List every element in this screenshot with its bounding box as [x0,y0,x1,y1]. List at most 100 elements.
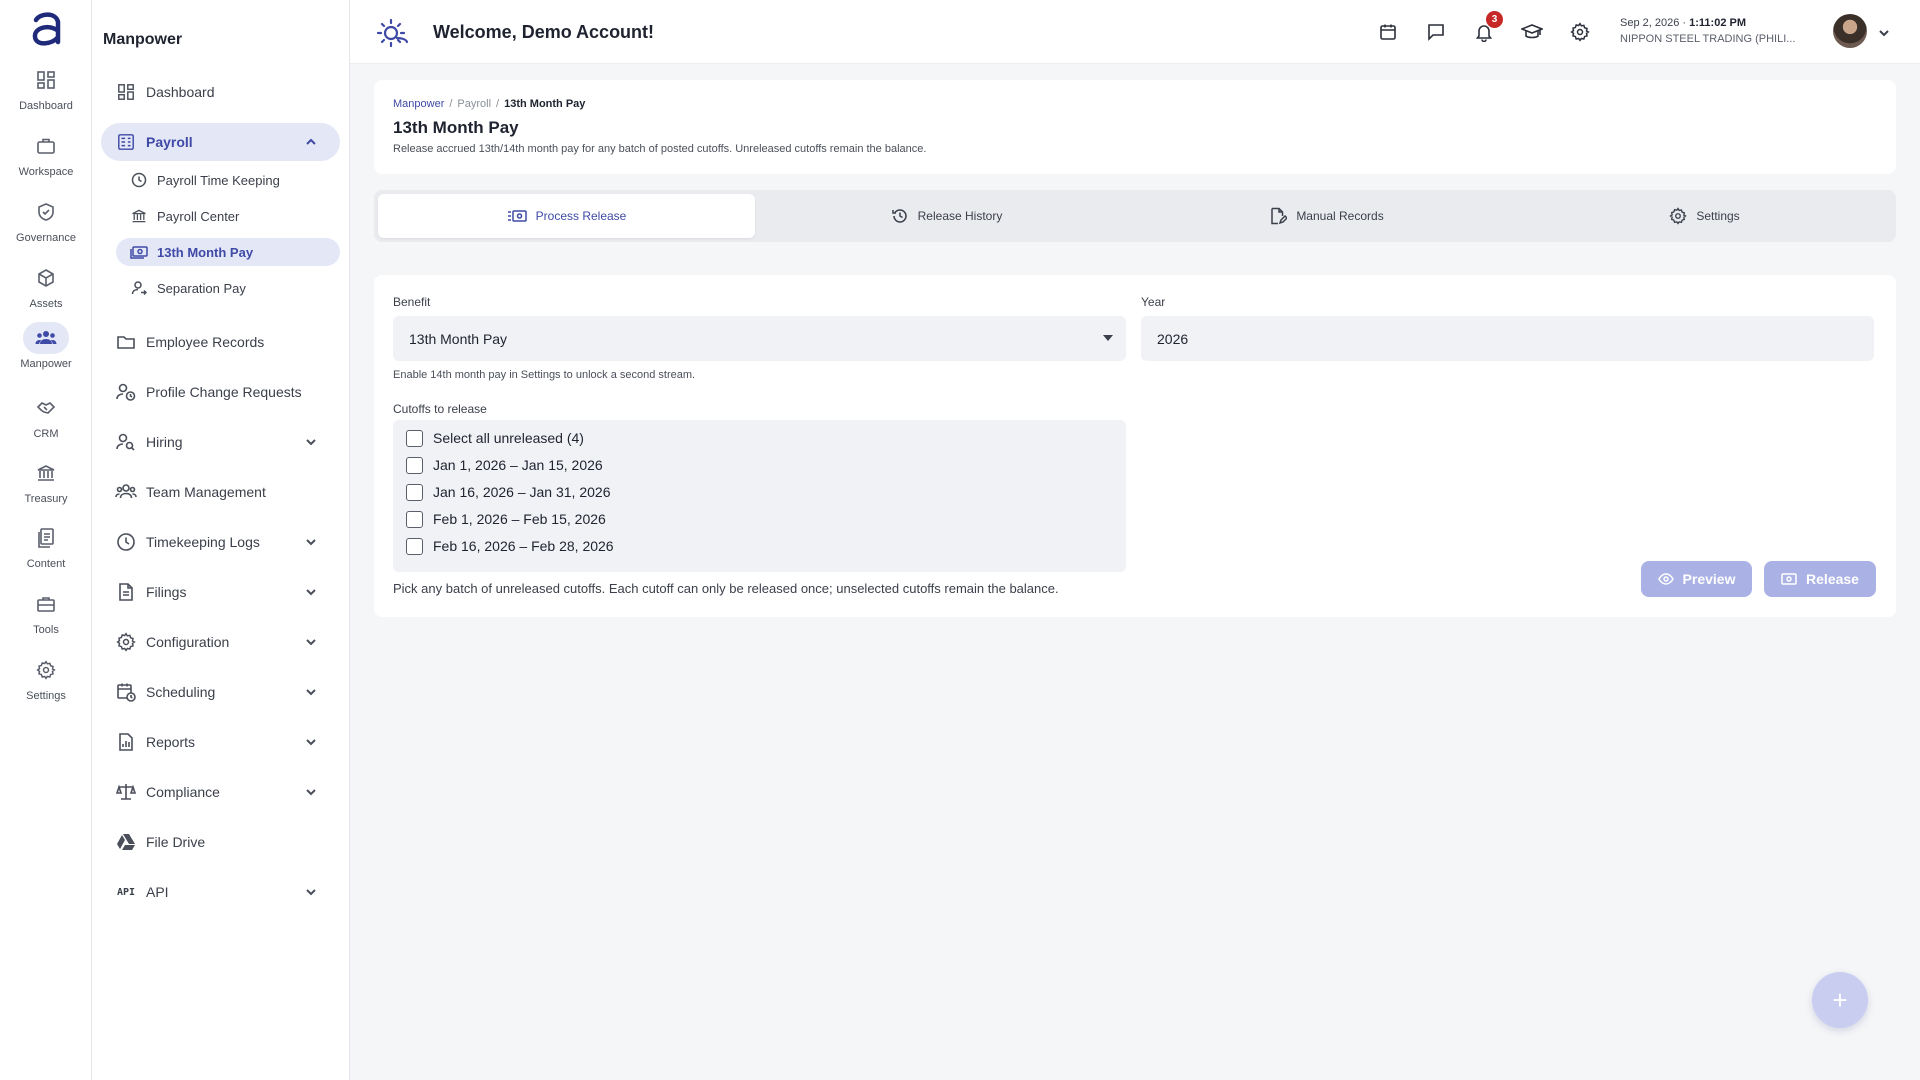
checkbox[interactable] [406,483,423,501]
release-button[interactable]: Release [1764,561,1876,597]
toolbox-icon [23,588,69,620]
add-fab-button[interactable]: + [1812,972,1868,1028]
rail-item-tools[interactable]: Tools [6,588,86,650]
rail-item-content[interactable]: Content [6,522,86,584]
learning-button[interactable] [1520,20,1544,44]
chat-icon [1426,22,1446,42]
sidebar-subitem-13th-month-pay[interactable]: 13th Month Pay [116,238,340,266]
rail-label: Settings [26,690,66,702]
cutoffs-list: Select all unreleased (4) Jan 1, 2026 – … [393,420,1126,572]
select-all-checkbox[interactable]: Select all unreleased (4) [406,428,584,448]
rail-item-dashboard[interactable]: Dashboard [6,64,86,126]
tab-settings[interactable]: Settings [1516,194,1893,238]
sidebar-item-compliance[interactable]: Compliance [101,773,340,811]
settings-button[interactable] [1568,20,1592,44]
current-date: Sep 2, 2026 [1620,17,1680,29]
sidebar-item-dashboard[interactable]: Dashboard [101,73,340,111]
dashboard-icon [115,81,137,103]
handshake-icon [23,392,69,424]
rail-label: Governance [16,232,76,244]
notifications-button[interactable]: 3 [1472,11,1503,44]
calendar-button[interactable] [1376,20,1400,44]
sidebar-item-label: Reports [146,734,196,750]
sidebar-item-employee-records[interactable]: Employee Records [101,323,340,361]
cutoff-checkbox[interactable]: Feb 16, 2026 – Feb 28, 2026 [406,536,614,556]
sidebar-item-timekeeping-logs[interactable]: Timekeeping Logs [101,523,340,561]
current-time: 1:11:02 PM [1689,17,1746,29]
briefcase-icon [23,130,69,162]
sidebar-item-file-drive[interactable]: File Drive [101,823,340,861]
avatar[interactable] [1833,14,1867,48]
breadcrumb-payroll[interactable]: Payroll [457,98,491,110]
rail-item-treasury[interactable]: Treasury [6,457,86,519]
breadcrumb-current: 13th Month Pay [504,98,586,110]
chevron-down-icon [304,635,318,649]
gear-icon [1570,22,1590,42]
rail-item-manpower[interactable]: Manpower [6,322,86,384]
cutoffs-label: Cutoffs to release [393,402,487,416]
benefit-help-text: Enable 14th month pay in Settings to unl… [393,369,696,381]
sidebar: Manpower Dashboard Payroll Payroll Time … [92,0,350,1080]
money-icon [130,243,148,261]
rail-item-settings[interactable]: Settings [6,654,86,716]
document-icon [115,581,137,603]
checkbox[interactable] [406,429,423,447]
sidebar-item-profile-change-requests[interactable]: Profile Change Requests [101,373,340,411]
rail-label: Treasury [24,493,68,505]
breadcrumb: Manpower / Payroll / 13th Month Pay [393,98,585,110]
shield-check-icon [23,196,69,228]
breadcrumb-manpower[interactable]: Manpower [393,98,444,110]
sidebar-item-team-management[interactable]: Team Management [101,473,340,511]
checkbox-label: Jan 16, 2026 – Jan 31, 2026 [433,484,611,500]
sidebar-item-label: Payroll [146,134,193,150]
top-bar: Welcome, Demo Account! 3 Sep 2, 2026 · 1… [350,0,1920,64]
gear-icon [23,654,69,686]
sidebar-item-api[interactable]: API API [101,873,340,911]
sidebar-subitem-payroll-center[interactable]: Payroll Center [116,202,340,230]
checkbox[interactable] [406,510,423,528]
year-input[interactable] [1141,316,1874,361]
checkbox[interactable] [406,456,423,474]
sidebar-item-hiring[interactable]: Hiring [101,423,340,461]
rail-item-governance[interactable]: Governance [6,196,86,258]
sidebar-subitem-label: Payroll Center [157,208,240,224]
sidebar-item-label: Employee Records [146,334,265,350]
cutoff-checkbox[interactable]: Jan 16, 2026 – Jan 31, 2026 [406,482,610,502]
sidebar-subitem-label: 13th Month Pay [157,244,254,260]
rail-item-workspace[interactable]: Workspace [6,130,86,192]
messages-button[interactable] [1424,20,1448,44]
rail-item-crm[interactable]: CRM [6,392,86,454]
sidebar-item-label: Profile Change Requests [146,384,302,400]
api-icon-text: API [116,886,136,898]
drive-icon [115,831,137,853]
tab-label: Process Release [535,209,627,223]
sidebar-item-label: File Drive [146,834,206,850]
eye-icon [1657,573,1674,585]
tab-label: Release History [917,209,1003,223]
rail-item-assets[interactable]: Assets [6,262,86,324]
preview-button[interactable]: Preview [1641,561,1752,597]
sidebar-item-label: Configuration [146,634,230,650]
rail-label: Workspace [18,166,74,178]
company-name[interactable]: NIPPON STEEL TRADING (PHILI... [1620,33,1800,45]
cutoffs-help-text: Pick any batch of unreleased cutoffs. Ea… [393,581,1059,596]
sidebar-item-configuration[interactable]: Configuration [101,623,340,661]
tab-process-release[interactable]: Process Release [378,194,755,238]
sidebar-item-scheduling[interactable]: Scheduling [101,673,340,711]
cutoff-checkbox[interactable]: Feb 1, 2026 – Feb 15, 2026 [406,509,606,529]
sidebar-item-reports[interactable]: Reports [101,723,340,761]
tab-release-history[interactable]: Release History [758,194,1135,238]
checkbox[interactable] [406,537,423,555]
sidebar-subitem-separation-pay[interactable]: Separation Pay [116,274,340,302]
benefit-select[interactable]: 13th Month Pay [393,316,1126,361]
chevron-down-icon[interactable] [1877,26,1891,40]
app-logo-icon[interactable] [30,10,64,48]
plus-icon: + [1832,984,1848,1015]
sidebar-item-filings[interactable]: Filings [101,573,340,611]
bank-icon [23,457,69,489]
sidebar-subitem-label: Payroll Time Keeping [157,172,280,188]
sidebar-subitem-payroll-time-keeping[interactable]: Payroll Time Keeping [116,166,340,194]
sidebar-item-payroll[interactable]: Payroll [101,123,340,161]
tab-manual-records[interactable]: Manual Records [1138,194,1515,238]
cutoff-checkbox[interactable]: Jan 1, 2026 – Jan 15, 2026 [406,455,603,475]
